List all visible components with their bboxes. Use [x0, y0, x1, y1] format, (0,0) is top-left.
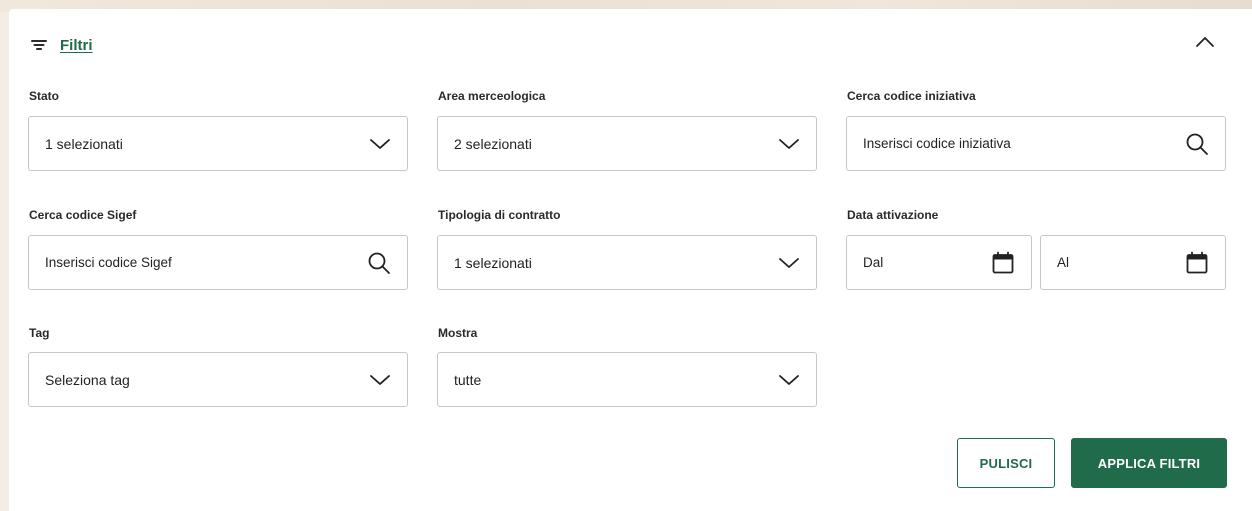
area-merceologica-label: Area merceologica [438, 89, 546, 103]
codice-iniziativa-input[interactable]: Inserisci codice iniziativa [846, 116, 1226, 171]
tag-label: Tag [29, 326, 50, 340]
tag-value: Seleziona tag [45, 371, 130, 388]
codice-iniziativa-placeholder: Inserisci codice iniziativa [863, 136, 1011, 151]
tipologia-contratto-label: Tipologia di contratto [438, 208, 561, 222]
data-al-placeholder: Al [1057, 255, 1070, 270]
search-icon [1186, 133, 1208, 155]
chevron-down-icon [370, 374, 390, 385]
codice-sigef-label: Cerca codice Sigef [29, 208, 137, 222]
stato-select[interactable]: 1 selezionati [28, 116, 408, 171]
chevron-down-icon [779, 374, 799, 385]
tipologia-contratto-value: 1 selezionati [454, 254, 532, 271]
mostra-select[interactable]: tutte [437, 352, 817, 407]
codice-sigef-input[interactable]: Inserisci codice Sigef [28, 235, 408, 290]
tag-select[interactable]: Seleziona tag [28, 352, 408, 407]
data-dal-placeholder: Dal [863, 255, 884, 270]
calendar-icon [1186, 251, 1208, 273]
chevron-down-icon [370, 138, 390, 149]
codice-iniziativa-label: Cerca codice iniziativa [847, 89, 976, 103]
filter-lines-icon [31, 38, 47, 52]
data-attivazione-label: Data attivazione [847, 208, 939, 222]
codice-sigef-placeholder: Inserisci codice Sigef [45, 255, 172, 270]
filters-header[interactable]: Filtri [31, 35, 93, 55]
chevron-up-icon [1196, 37, 1214, 47]
data-al-input[interactable]: Al [1040, 235, 1226, 290]
chevron-down-icon [779, 138, 799, 149]
data-dal-input[interactable]: Dal [846, 235, 1032, 290]
area-merceologica-select[interactable]: 2 selezionati [437, 116, 817, 171]
clear-filters-button[interactable]: PULISCI [957, 438, 1055, 488]
collapse-button[interactable] [1193, 32, 1217, 52]
chevron-down-icon [779, 257, 799, 268]
filters-title[interactable]: Filtri [60, 37, 93, 54]
search-icon [368, 252, 390, 274]
tipologia-contratto-select[interactable]: 1 selezionati [437, 235, 817, 290]
stato-value: 1 selezionati [45, 135, 123, 152]
apply-filters-button[interactable]: APPLICA FILTRI [1071, 438, 1227, 488]
calendar-icon [992, 251, 1014, 273]
stato-label: Stato [29, 89, 59, 103]
mostra-value: tutte [454, 371, 482, 388]
area-merceologica-value: 2 selezionati [454, 135, 532, 152]
mostra-label: Mostra [438, 326, 478, 340]
